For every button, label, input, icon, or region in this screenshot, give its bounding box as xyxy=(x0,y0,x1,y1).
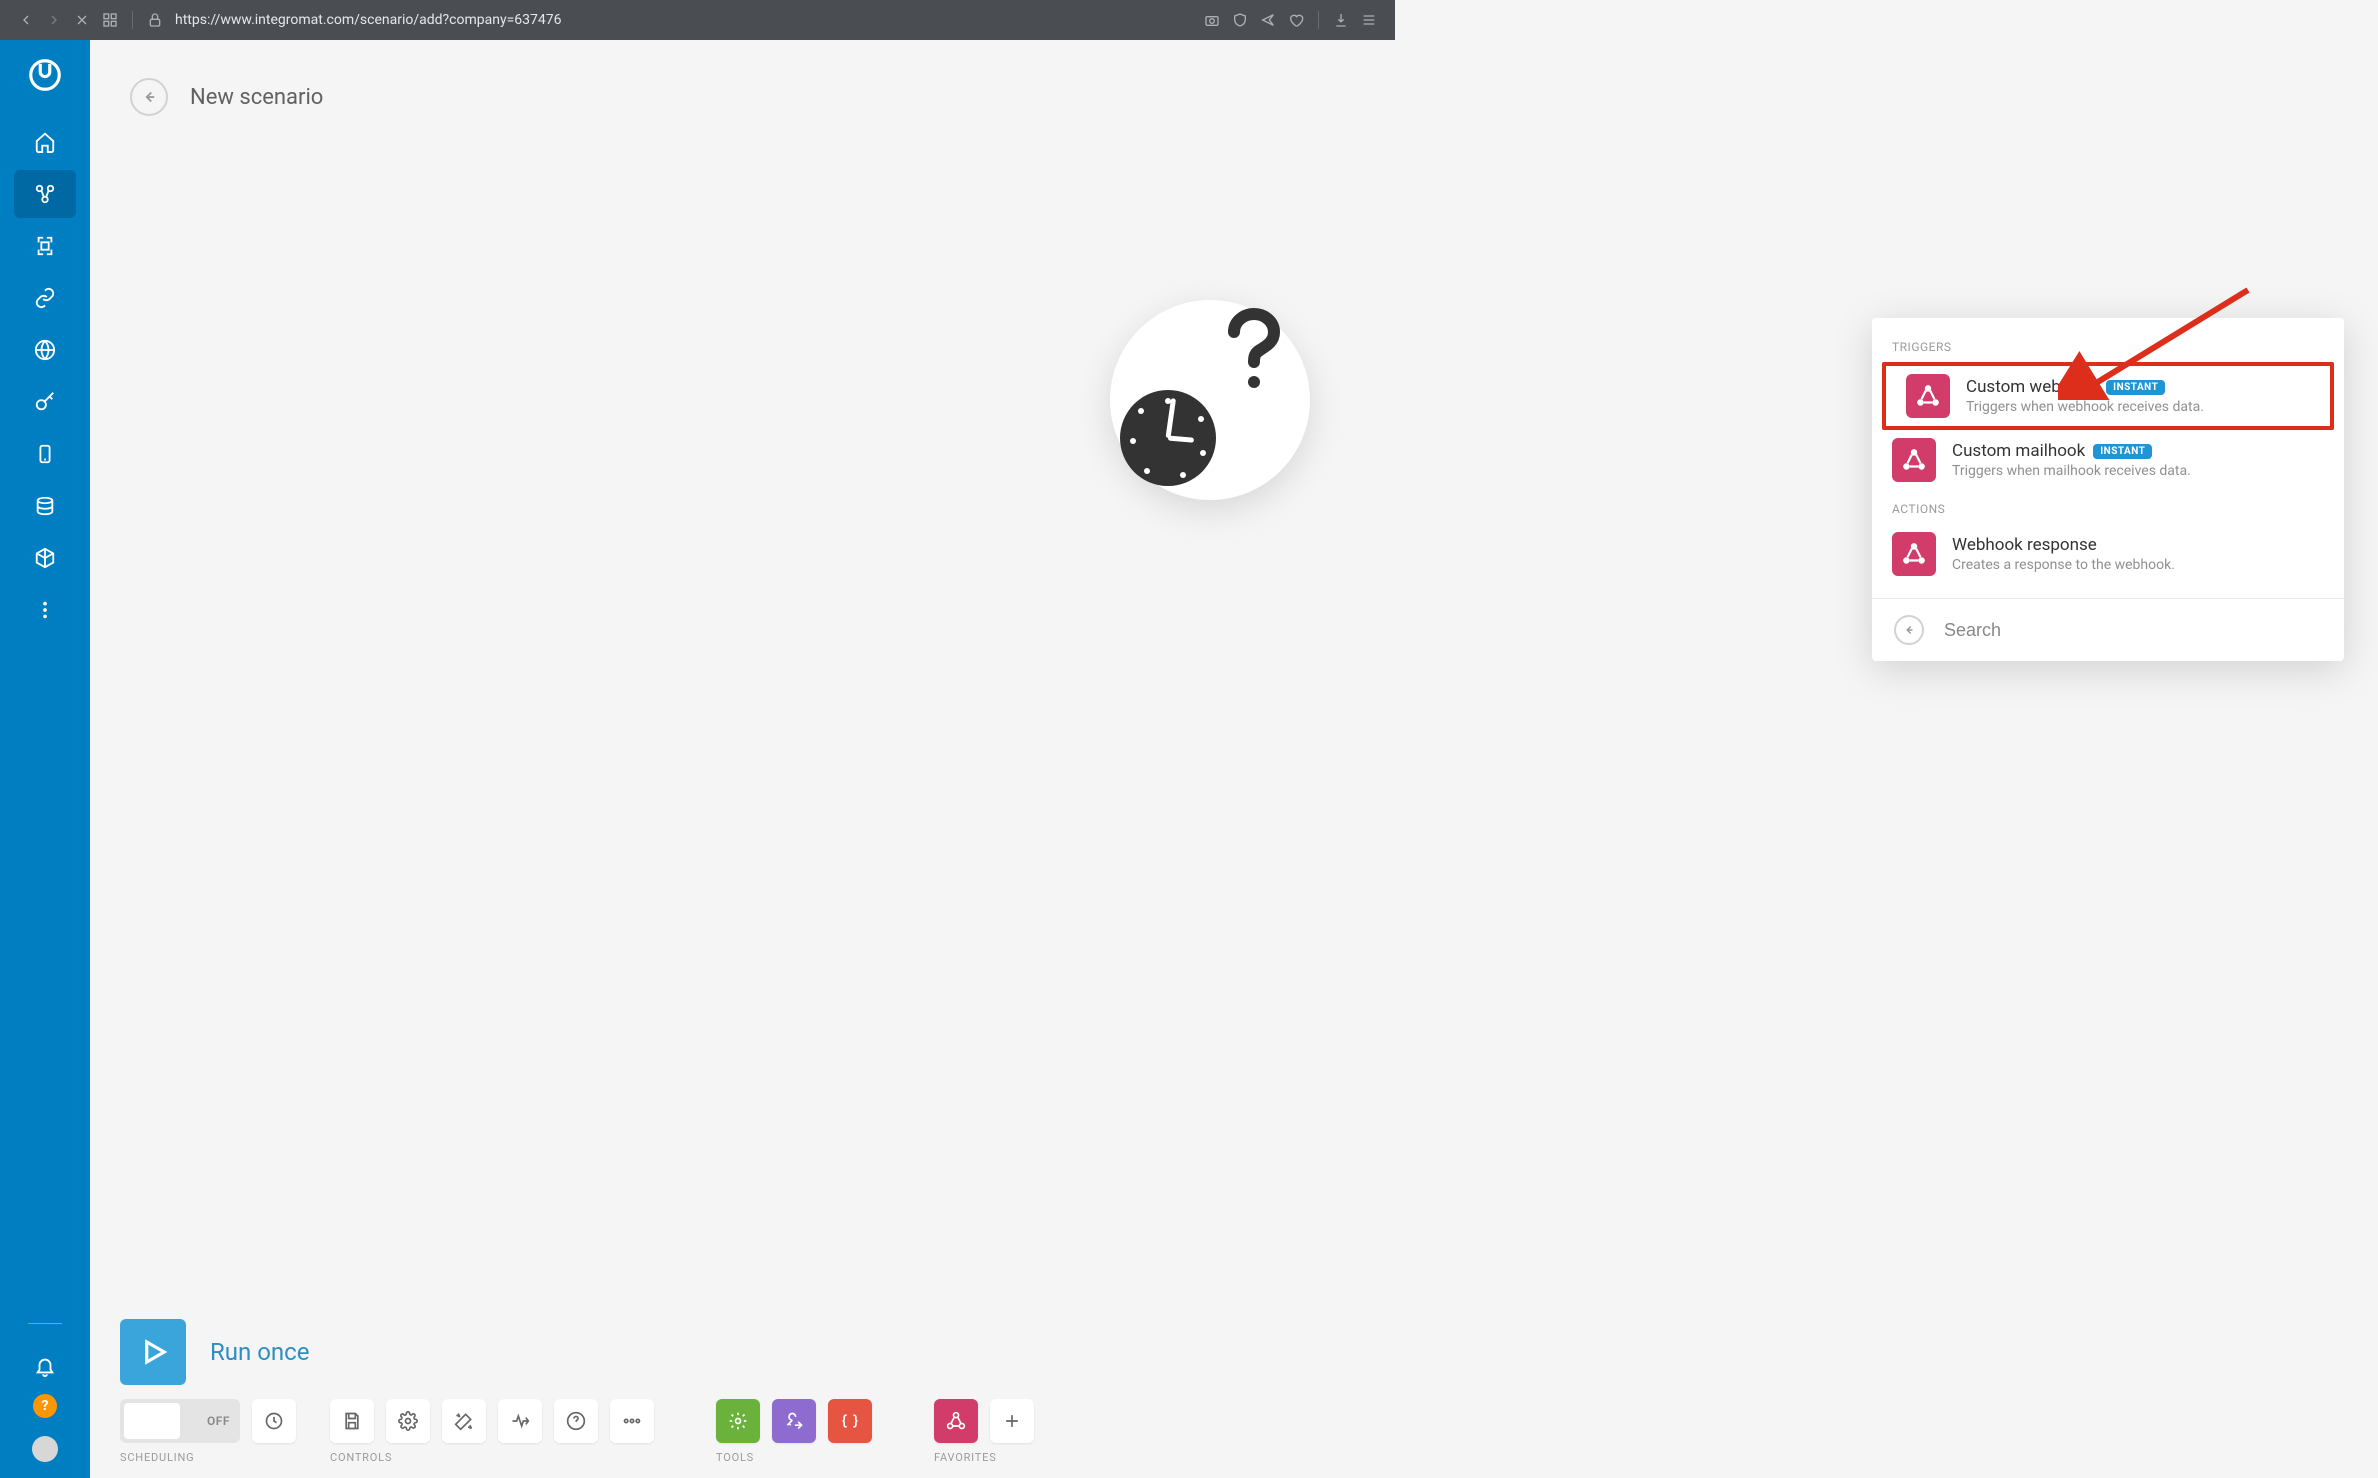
schedule-clock-icon xyxy=(1120,390,1216,486)
main: New scenario TRI xyxy=(90,40,2378,1478)
module-custom-webhook[interactable]: Custom webhook INSTANT Triggers when webh… xyxy=(1886,366,2330,426)
bottom-bar: Run once OFF SCHEDULING CONTR xyxy=(90,1319,2378,1478)
nav-devices[interactable] xyxy=(14,430,76,478)
group-label: TOOLS xyxy=(716,1451,872,1464)
more-button[interactable] xyxy=(610,1399,654,1443)
help-button[interactable] xyxy=(554,1399,598,1443)
send-icon[interactable] xyxy=(1254,6,1282,34)
module-desc: Triggers when mailhook receives data. xyxy=(1952,463,2324,479)
nav-more[interactable] xyxy=(14,586,76,634)
app-logo[interactable] xyxy=(26,56,64,94)
stop-icon[interactable] xyxy=(68,6,96,34)
nav-home[interactable] xyxy=(14,118,76,166)
divider xyxy=(132,11,133,29)
heart-icon[interactable] xyxy=(1282,6,1310,34)
run-once-button[interactable] xyxy=(120,1319,186,1385)
add-favorite-button[interactable] xyxy=(990,1399,1034,1443)
nav-back-icon[interactable] xyxy=(12,6,40,34)
panel-back-button[interactable] xyxy=(1894,615,1924,645)
apps-icon[interactable] xyxy=(96,6,124,34)
tools-button[interactable] xyxy=(716,1399,760,1443)
module-desc: Creates a response to the webhook. xyxy=(1952,557,2324,573)
scenario-canvas[interactable]: TRIGGERS Custom webhook INSTANT Triggers … xyxy=(90,160,2378,1298)
text-parser-button[interactable] xyxy=(828,1399,872,1443)
module-picker-panel: TRIGGERS Custom webhook INSTANT Triggers … xyxy=(1872,318,2344,661)
nav-data-structures[interactable] xyxy=(14,534,76,582)
webhook-icon xyxy=(1892,532,1936,576)
nav-templates[interactable] xyxy=(14,222,76,270)
run-once-label: Run once xyxy=(210,1338,309,1366)
empty-module-node[interactable] xyxy=(1110,300,1310,500)
module-title: Custom webhook xyxy=(1966,377,2098,397)
favorite-webhooks-button[interactable] xyxy=(934,1399,978,1443)
group-label: SCHEDULING xyxy=(120,1451,296,1464)
module-custom-mailhook[interactable]: Custom mailhook INSTANT Triggers when mai… xyxy=(1872,430,2344,490)
shield-icon[interactable] xyxy=(1226,6,1254,34)
sidebar: ? xyxy=(0,40,90,1478)
header: New scenario xyxy=(90,40,2378,154)
nav-scenarios[interactable] xyxy=(14,170,76,218)
divider xyxy=(1318,11,1319,29)
help-button[interactable]: ? xyxy=(33,1394,57,1418)
flow-control-button[interactable] xyxy=(772,1399,816,1443)
module-webhook-response[interactable]: Webhook response Creates a response to t… xyxy=(1872,524,2344,584)
question-mark-icon xyxy=(1222,308,1286,394)
download-icon[interactable] xyxy=(1327,6,1355,34)
scheduling-group: OFF SCHEDULING xyxy=(120,1399,296,1464)
avatar[interactable] xyxy=(32,1436,58,1462)
scheduling-toggle[interactable]: OFF xyxy=(120,1399,240,1443)
toggle-state: OFF xyxy=(207,1414,230,1428)
nav-notifications[interactable] xyxy=(14,1342,76,1390)
instant-badge: INSTANT xyxy=(2093,444,2152,459)
triggers-label: TRIGGERS xyxy=(1872,340,2344,362)
module-title: Webhook response xyxy=(1952,535,2097,555)
module-search-row xyxy=(1872,599,2344,661)
group-label: CONTROLS xyxy=(330,1451,654,1464)
controls-group: CONTROLS xyxy=(330,1399,654,1464)
back-button[interactable] xyxy=(130,78,168,116)
nav-data-stores[interactable] xyxy=(14,482,76,530)
favorites-group: FAVORITES xyxy=(934,1399,1034,1464)
nav-keys[interactable] xyxy=(14,378,76,426)
module-desc: Triggers when webhook receives data. xyxy=(1966,399,2310,415)
group-label: FAVORITES xyxy=(934,1451,1034,1464)
module-title: Custom mailhook xyxy=(1952,441,2085,461)
settings-panel-icon[interactable] xyxy=(1355,6,1383,34)
webhook-icon xyxy=(1892,438,1936,482)
highlight-annotation: Custom webhook INSTANT Triggers when webh… xyxy=(1882,362,2334,430)
instant-badge: INSTANT xyxy=(2106,380,2165,395)
webhook-icon xyxy=(1906,374,1950,418)
tools-group: TOOLS xyxy=(716,1399,872,1464)
schedule-settings-button[interactable] xyxy=(252,1399,296,1443)
nav-webhooks[interactable] xyxy=(14,326,76,374)
explain-flow-button[interactable] xyxy=(498,1399,542,1443)
actions-label: ACTIONS xyxy=(1872,490,2344,524)
page-title[interactable]: New scenario xyxy=(190,85,323,110)
save-button[interactable] xyxy=(330,1399,374,1443)
nav-forward-icon[interactable] xyxy=(40,6,68,34)
addressbar: https://www.integromat.com/scenario/add?… xyxy=(0,0,1395,40)
settings-button[interactable] xyxy=(386,1399,430,1443)
lock-icon xyxy=(141,6,169,34)
camera-icon[interactable] xyxy=(1198,6,1226,34)
magic-button[interactable] xyxy=(442,1399,486,1443)
url-text[interactable]: https://www.integromat.com/scenario/add?… xyxy=(175,12,1198,28)
module-search-input[interactable] xyxy=(1944,620,2322,641)
nav-connections[interactable] xyxy=(14,274,76,322)
divider xyxy=(28,1323,62,1324)
